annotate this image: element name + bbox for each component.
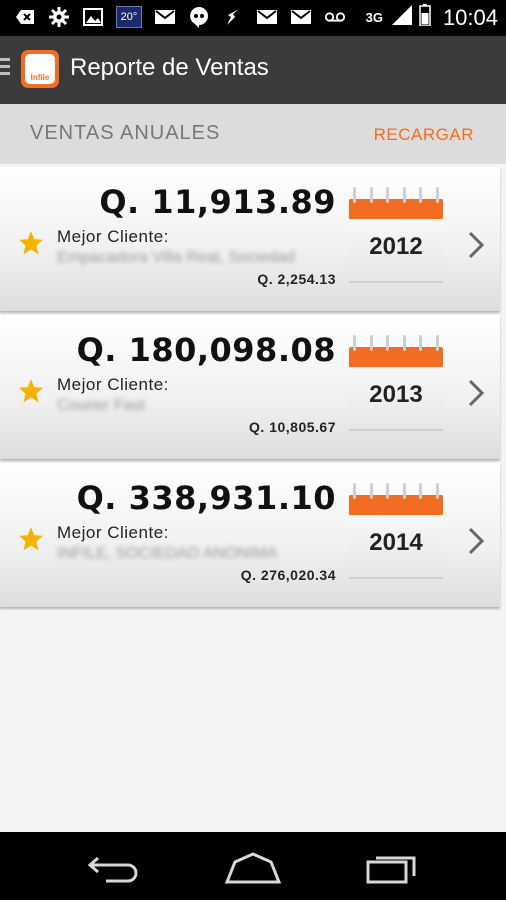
best-client-label: Mejor Cliente: <box>57 375 169 394</box>
calendar-icon: 2012 <box>349 187 443 287</box>
app-logo-text: Infile <box>25 54 55 84</box>
year-label: 2014 <box>369 529 423 556</box>
reload-button[interactable]: RECARGAR <box>374 125 474 145</box>
drawer-icon[interactable] <box>0 58 10 79</box>
best-client-amount: Q. 10,805.67 <box>249 419 336 435</box>
battery-icon <box>419 4 431 31</box>
app-bar: Infile Reporte de Ventas <box>0 36 506 104</box>
year-report-card[interactable]: Q. 11,913.89 Mejor Cliente: Empacadora V… <box>0 167 500 311</box>
app-logo[interactable]: Infile <box>21 50 59 88</box>
best-client-name: Empacadora Villa Real, Sociedad <box>57 249 296 266</box>
chevron-right-icon[interactable] <box>466 527 486 555</box>
status-bar: 20° 3G 10:04 <box>0 0 506 36</box>
chevron-right-icon[interactable] <box>466 379 486 407</box>
best-client-label: Mejor Cliente: <box>57 523 169 542</box>
annual-total: Q. 338,931.10 <box>76 479 336 517</box>
annual-total: Q. 180,098.08 <box>76 331 336 369</box>
best-client-amount: Q. 276,020.34 <box>240 567 336 583</box>
network-type: 3G <box>365 10 383 25</box>
back-button[interactable] <box>84 850 144 884</box>
recent-apps-button[interactable] <box>362 850 422 884</box>
voicemail-icon <box>324 6 346 28</box>
section-header: VENTAS ANUALES RECARGAR <box>0 104 506 164</box>
best-client-name: INFILE, SOCIEDAD ANONIMA <box>57 545 278 562</box>
year-label: 2012 <box>369 233 423 260</box>
best-client-amount: Q. 2,254.13 <box>257 271 336 287</box>
image-icon <box>82 6 104 28</box>
calendar-icon: 2013 <box>349 335 443 435</box>
star-icon <box>19 527 43 551</box>
best-client-name: Courier Fast <box>57 397 146 414</box>
gmail-icon <box>256 6 278 28</box>
gmail-icon <box>154 6 176 28</box>
temperature-icon: 20° <box>116 6 142 28</box>
chevron-right-icon[interactable] <box>466 231 486 259</box>
annual-total: Q. 11,913.89 <box>99 183 336 221</box>
app-title: Reporte de Ventas <box>70 54 269 81</box>
best-client-label: Mejor Cliente: <box>57 227 169 246</box>
calendar-icon: 2014 <box>349 483 443 583</box>
year-label: 2013 <box>369 381 423 408</box>
home-button[interactable] <box>223 850 283 884</box>
navigation-bar <box>0 832 506 900</box>
star-icon <box>19 379 43 403</box>
back-icon <box>14 6 36 28</box>
clock: 10:04 <box>442 4 498 30</box>
star-icon <box>19 231 43 255</box>
section-title: VENTAS ANUALES <box>30 122 221 144</box>
signal-icon <box>391 4 413 31</box>
year-report-card[interactable]: Q. 338,931.10 Mejor Cliente: INFILE, SOC… <box>0 463 500 607</box>
hangouts-icon <box>188 6 210 28</box>
bird-icon <box>222 6 244 28</box>
gmail-icon <box>290 6 312 28</box>
notification-icons: 20° <box>14 6 346 28</box>
year-report-card[interactable]: Q. 180,098.08 Mejor Cliente: Courier Fas… <box>0 315 500 459</box>
system-status: 3G 10:04 <box>366 4 498 31</box>
settings-icon <box>48 6 70 28</box>
